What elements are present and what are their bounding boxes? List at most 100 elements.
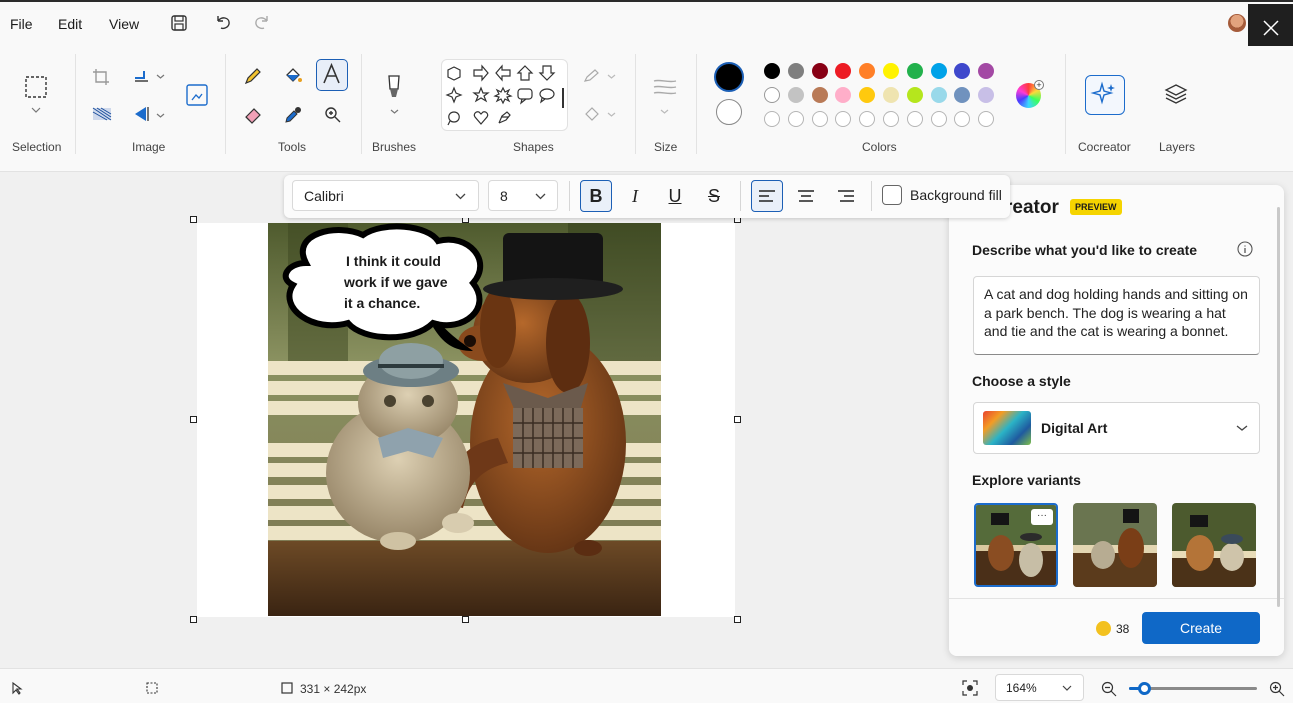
speech-bubble-text-line2[interactable]: work if we gave <box>343 274 448 290</box>
color-swatch[interactable] <box>883 87 899 103</box>
color-swatch[interactable] <box>883 63 899 79</box>
color-picker-icon[interactable] <box>283 105 303 125</box>
align-left-button[interactable] <box>751 180 783 212</box>
prompt-input[interactable]: A cat and dog holding hands and sitting … <box>973 276 1260 355</box>
chevron-down-icon[interactable] <box>156 73 165 80</box>
menu-file[interactable]: File <box>10 16 33 32</box>
italic-button[interactable]: I <box>619 180 651 212</box>
color-swatch[interactable] <box>930 63 947 79</box>
resize-handle-top-left[interactable] <box>190 216 197 223</box>
layers-icon[interactable] <box>1164 82 1188 106</box>
speech-bubble-text-line3[interactable]: it a chance. <box>344 295 420 311</box>
background-fill-checkbox[interactable] <box>882 185 902 205</box>
color-swatch[interactable] <box>859 87 876 103</box>
create-button[interactable]: Create <box>1142 612 1260 644</box>
background-remove-icon[interactable] <box>92 106 112 122</box>
magnifier-icon[interactable] <box>323 105 343 125</box>
zoom-slider-thumb[interactable] <box>1137 682 1151 695</box>
style-dropdown[interactable]: Digital Art <box>973 402 1260 454</box>
rectangle-select-icon[interactable] <box>24 75 48 99</box>
close-button[interactable] <box>1248 4 1293 52</box>
brush-icon[interactable] <box>384 73 404 101</box>
custom-color-slot[interactable] <box>835 111 852 127</box>
crop-icon[interactable] <box>92 68 110 86</box>
variant-3[interactable] <box>1172 503 1256 587</box>
undo-icon[interactable] <box>212 12 234 34</box>
font-size-select[interactable]: 8 <box>488 180 558 211</box>
custom-color-slot[interactable] <box>883 111 899 127</box>
size-icon[interactable] <box>652 78 678 96</box>
variant-2[interactable] <box>1073 503 1157 587</box>
resize-handle-bottom[interactable] <box>462 616 469 623</box>
color-swatch[interactable] <box>835 87 852 103</box>
variant-more-button[interactable]: ··· <box>1031 509 1053 525</box>
fit-to-window-icon[interactable] <box>962 680 978 696</box>
add-color-icon[interactable]: + <box>1034 80 1044 90</box>
variant-1[interactable]: ··· <box>974 503 1058 587</box>
redo-icon[interactable] <box>251 12 273 34</box>
primary-color-swatch[interactable] <box>714 62 744 92</box>
outline-icon[interactable] <box>582 68 602 84</box>
custom-color-slot[interactable] <box>906 111 923 127</box>
custom-color-slot[interactable] <box>859 111 876 127</box>
chevron-down-icon[interactable] <box>607 111 616 118</box>
secondary-color-swatch[interactable] <box>716 99 742 125</box>
color-swatch[interactable] <box>787 63 804 79</box>
save-icon[interactable] <box>168 12 190 34</box>
panel-scrollbar[interactable] <box>1277 207 1280 607</box>
resize-handle-right[interactable] <box>734 416 741 423</box>
align-center-button[interactable] <box>790 180 822 212</box>
color-swatch[interactable] <box>978 87 995 103</box>
align-right-button[interactable] <box>830 180 862 212</box>
canvas-image[interactable]: I think it could work if we gave it a ch… <box>268 223 661 616</box>
chevron-down-icon[interactable] <box>156 112 165 119</box>
resize-handle-bottom-right[interactable] <box>734 616 741 623</box>
image-resize-icon[interactable] <box>185 83 209 107</box>
speech-bubble-text-line1[interactable]: I think it could <box>346 253 441 269</box>
user-avatar[interactable] <box>1228 14 1246 32</box>
shapes-gallery[interactable] <box>441 59 568 131</box>
cocreator-button[interactable] <box>1085 75 1125 115</box>
text-tool-button[interactable] <box>316 59 348 91</box>
info-icon[interactable] <box>1237 241 1253 257</box>
zoom-in-icon[interactable] <box>1269 681 1285 697</box>
color-swatch[interactable] <box>954 63 971 79</box>
custom-color-slot[interactable] <box>978 111 995 127</box>
color-swatch[interactable] <box>954 87 971 103</box>
shape-fill-icon[interactable] <box>582 106 602 122</box>
fill-bucket-icon[interactable] <box>283 66 303 86</box>
pencil-icon[interactable] <box>243 66 263 86</box>
color-swatch[interactable] <box>978 63 995 79</box>
resize-icon[interactable] <box>132 66 152 86</box>
color-swatch[interactable] <box>764 63 780 79</box>
resize-handle-left[interactable] <box>190 416 197 423</box>
font-family-select[interactable]: Calibri <box>292 180 479 211</box>
color-swatch[interactable] <box>811 87 828 103</box>
chevron-down-icon[interactable] <box>31 106 41 114</box>
chevron-down-icon[interactable] <box>660 108 669 115</box>
custom-color-slot[interactable] <box>930 111 947 127</box>
underline-button[interactable]: U <box>659 180 691 212</box>
color-swatch[interactable] <box>930 87 947 103</box>
chevron-down-icon[interactable] <box>390 108 399 115</box>
color-swatch[interactable] <box>835 63 852 79</box>
custom-color-slot[interactable] <box>954 111 971 127</box>
custom-color-slot[interactable] <box>764 111 780 127</box>
eraser-icon[interactable] <box>243 105 263 125</box>
menu-edit[interactable]: Edit <box>58 16 82 32</box>
custom-color-slot[interactable] <box>787 111 804 127</box>
color-swatch[interactable] <box>906 63 923 79</box>
color-swatch[interactable] <box>787 87 804 103</box>
flip-icon[interactable] <box>132 105 152 123</box>
chevron-down-icon[interactable] <box>607 73 616 80</box>
zoom-select[interactable]: 164% <box>995 674 1084 701</box>
menu-view[interactable]: View <box>109 16 139 32</box>
zoom-out-icon[interactable] <box>1101 681 1117 697</box>
custom-color-slot[interactable] <box>811 111 828 127</box>
color-swatch[interactable] <box>764 87 780 103</box>
bold-button[interactable]: B <box>580 180 612 212</box>
zoom-slider-track[interactable] <box>1129 682 1257 695</box>
color-swatch[interactable] <box>811 63 828 79</box>
strikethrough-button[interactable]: S <box>698 180 730 212</box>
color-swatch[interactable] <box>859 63 876 79</box>
